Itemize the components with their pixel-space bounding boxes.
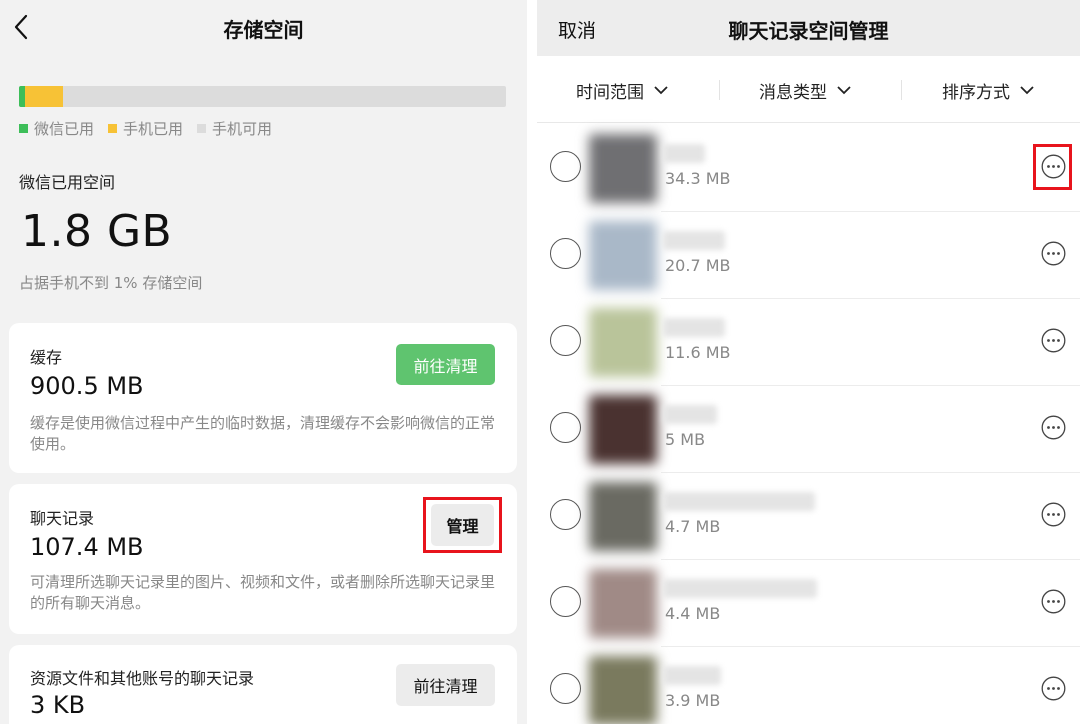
chat-history-card: 聊天记录 107.4 MB 可清理所选聊天记录里的图片、视频和文件，或者删除所选…: [9, 484, 517, 634]
legend-item-wechat-used: 微信已用: [19, 118, 94, 139]
chat-size: 3.9 MB: [665, 691, 721, 710]
legend-item-phone-free: 手机可用: [197, 118, 272, 139]
chat-name-blurred: [663, 318, 725, 337]
storage-legend: 微信已用 手机已用 手机可用: [19, 118, 272, 139]
cache-description: 缓存是使用微信过程中产生的临时数据，清理缓存不会影响微信的正常使用。: [30, 414, 496, 453]
chat-row[interactable]: 4.7 MB: [537, 473, 1080, 560]
chat-size: 20.7 MB: [665, 256, 731, 275]
page-title: 存储空间: [223, 18, 304, 42]
chat-size: 4.4 MB: [665, 604, 721, 623]
chat-size: 34.3 MB: [665, 169, 731, 188]
chat-row[interactable]: 34.3 MB: [537, 125, 1080, 212]
chat-storage-manager-panel: 取消 聊天记录空间管理 时间范围 消息类型 排序方式 34.3 MB 20.7 M…: [537, 0, 1080, 724]
wechat-used-subtext: 占据手机不到 1% 存储空间: [19, 274, 203, 292]
avatar: [589, 221, 657, 290]
legend-item-phone-used: 手机已用: [108, 118, 183, 139]
panel-title: 聊天记录空间管理: [728, 19, 889, 43]
highlight-box: [1033, 144, 1072, 190]
filter-message-type[interactable]: 消息类型: [759, 78, 851, 103]
chat-name-blurred: [663, 492, 815, 511]
legend-label: 手机可用: [212, 120, 273, 138]
storage-bar-segment-phone-used: [24, 86, 64, 107]
chat-name-blurred: [663, 231, 725, 250]
chat-size: 11.6 MB: [665, 343, 731, 362]
header-bar: 取消 聊天记录空间管理: [537, 0, 1080, 56]
filter-label: 消息类型: [759, 83, 827, 103]
avatar: [589, 134, 657, 203]
avatar: [589, 395, 657, 464]
select-radio[interactable]: [550, 412, 581, 443]
filter-time-range[interactable]: 时间范围: [576, 78, 668, 103]
clean-resources-button[interactable]: 前往清理: [396, 664, 495, 706]
resources-card: 资源文件和其他账号的聊天记录 3 KB 前往清理: [9, 645, 517, 724]
legend-swatch: [108, 124, 118, 133]
chat-name-blurred: [663, 405, 717, 424]
chat-history-description: 可清理所选聊天记录里的图片、视频和文件，或者删除所选聊天记录里的所有聊天消息。: [30, 573, 496, 612]
chat-name-blurred: [663, 144, 705, 163]
chat-row[interactable]: 20.7 MB: [537, 212, 1080, 299]
select-radio[interactable]: [550, 499, 581, 530]
chevron-down-icon: [1020, 86, 1034, 95]
cache-card: 缓存 900.5 MB 缓存是使用微信过程中产生的临时数据，清理缓存不会影响微信…: [9, 323, 517, 473]
storage-usage-bar: [19, 86, 506, 107]
chat-row[interactable]: 4.4 MB: [537, 560, 1080, 647]
more-options-icon[interactable]: [1041, 415, 1066, 440]
avatar: [589, 308, 657, 377]
select-radio[interactable]: [550, 586, 581, 617]
wechat-used-label: 微信已用空间: [19, 173, 116, 192]
avatar: [589, 482, 657, 551]
more-options-icon[interactable]: [1041, 502, 1066, 527]
chat-size: 5 MB: [665, 430, 706, 449]
select-radio[interactable]: [550, 325, 581, 356]
filter-label: 排序方式: [942, 83, 1010, 103]
chat-history-label: 聊天记录: [30, 509, 95, 528]
more-options-icon[interactable]: [1041, 241, 1066, 266]
select-radio[interactable]: [550, 151, 581, 182]
select-radio[interactable]: [550, 673, 581, 704]
clean-cache-button[interactable]: 前往清理: [396, 344, 495, 385]
wechat-used-value: 1.8 GB: [21, 206, 173, 257]
more-options-icon[interactable]: [1041, 676, 1066, 701]
chat-row[interactable]: 11.6 MB: [537, 299, 1080, 386]
filter-bar: 时间范围 消息类型 排序方式: [537, 56, 1080, 123]
chat-row[interactable]: 3.9 MB: [537, 647, 1080, 724]
resources-label: 资源文件和其他账号的聊天记录: [30, 669, 255, 688]
chat-history-value: 107.4 MB: [30, 533, 144, 561]
chat-row[interactable]: 5 MB: [537, 386, 1080, 473]
legend-label: 微信已用: [34, 120, 95, 138]
avatar: [589, 656, 657, 724]
cache-value: 900.5 MB: [30, 372, 144, 400]
storage-panel: 存储空间 微信已用 手机已用 手机可用 微信已用空间 1.8 GB 占据手机不到…: [0, 0, 527, 724]
cache-label: 缓存: [30, 348, 63, 367]
resources-value: 3 KB: [30, 691, 86, 719]
chat-size: 4.7 MB: [665, 517, 721, 536]
divider: [901, 80, 902, 100]
select-radio[interactable]: [550, 238, 581, 269]
chevron-down-icon: [654, 86, 668, 95]
avatar: [589, 569, 657, 638]
filter-label: 时间范围: [576, 83, 644, 103]
highlight-box: [423, 497, 502, 553]
chat-name-blurred: [663, 666, 721, 685]
chevron-down-icon: [837, 86, 851, 95]
divider: [719, 80, 720, 100]
chat-name-blurred: [663, 579, 817, 598]
filter-sort-order[interactable]: 排序方式: [942, 78, 1034, 103]
legend-swatch: [197, 124, 207, 133]
legend-label: 手机已用: [123, 120, 184, 138]
legend-swatch: [19, 124, 28, 133]
more-options-icon[interactable]: [1041, 328, 1066, 353]
more-options-icon[interactable]: [1041, 589, 1066, 614]
